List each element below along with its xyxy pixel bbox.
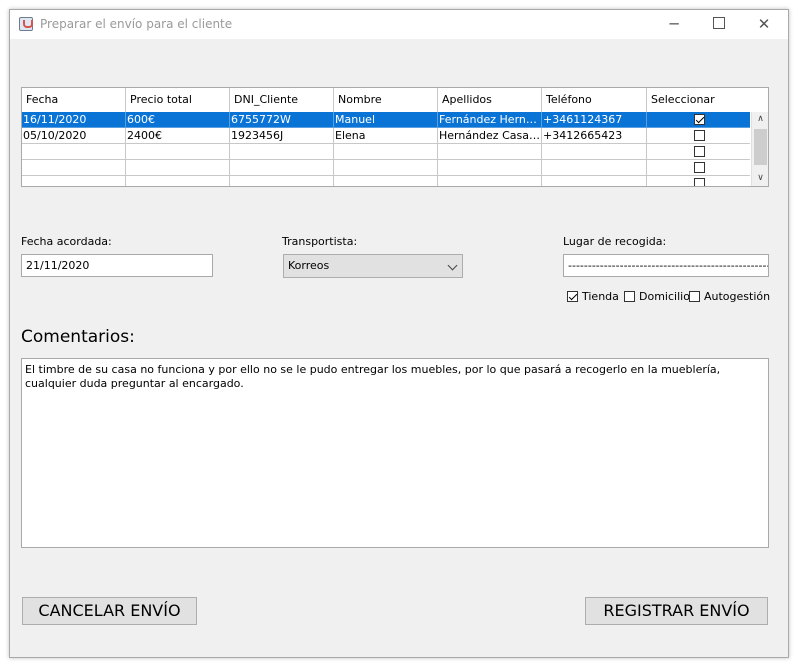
scrollbar-thumb[interactable] bbox=[754, 129, 767, 165]
option-label: Domicilio bbox=[639, 290, 690, 303]
shipments-table[interactable]: Fecha Precio total DNI_Cliente Nombre Ap… bbox=[21, 87, 769, 187]
cell-dni: 1923456J bbox=[230, 128, 334, 144]
cell-telefono: +3412665423 bbox=[542, 128, 647, 144]
window-title: Preparar el envío para el cliente bbox=[40, 17, 233, 31]
row-select-checkbox[interactable] bbox=[693, 145, 705, 157]
comentarios-textarea[interactable]: El timbre de su casa no funciona y por e… bbox=[21, 358, 769, 548]
table-row-empty[interactable] bbox=[22, 160, 750, 176]
cell-apellidos: Hernández Casado bbox=[438, 128, 542, 144]
lugar-recogida-label: Lugar de recogida: bbox=[563, 235, 667, 248]
column-header-apellidos[interactable]: Apellidos bbox=[438, 88, 542, 112]
column-header-nombre[interactable]: Nombre bbox=[334, 88, 438, 112]
cell-nombre: Elena bbox=[334, 128, 438, 144]
empty-cell bbox=[542, 176, 647, 186]
row-select-checkbox[interactable] bbox=[693, 113, 705, 125]
cell-seleccionar bbox=[647, 176, 750, 186]
column-header-precio[interactable]: Precio total bbox=[126, 88, 230, 112]
comentarios-title: Comentarios: bbox=[21, 327, 135, 347]
java-app-icon bbox=[19, 17, 33, 31]
empty-cell bbox=[22, 176, 126, 186]
minimize-button[interactable]: ─ bbox=[651, 10, 697, 39]
scroll-up-icon[interactable]: ∧ bbox=[752, 112, 768, 127]
autogestion-checkbox[interactable] bbox=[689, 290, 700, 302]
empty-cell bbox=[126, 176, 230, 186]
fecha-acordada-label: Fecha acordada: bbox=[21, 235, 112, 248]
table-row[interactable]: 16/11/2020 600€ 6755772W Manuel Fernánde… bbox=[22, 112, 750, 128]
row-select-checkbox[interactable] bbox=[693, 177, 705, 186]
table-row-empty[interactable] bbox=[22, 176, 750, 186]
cell-seleccionar bbox=[647, 144, 750, 160]
cell-seleccionar bbox=[647, 128, 750, 144]
cancel-button[interactable]: CANCELAR ENVÍO bbox=[22, 597, 197, 625]
lugar-recogida-field[interactable]: ----------------------------------------… bbox=[563, 254, 769, 277]
domicilio-checkbox[interactable] bbox=[624, 290, 635, 302]
fecha-acordada-field[interactable]: 21/11/2020 bbox=[21, 254, 213, 277]
option-domicilio[interactable]: Domicilio bbox=[624, 289, 690, 305]
empty-cell bbox=[230, 144, 334, 160]
table-header: Fecha Precio total DNI_Cliente Nombre Ap… bbox=[22, 88, 750, 113]
cell-fecha: 05/10/2020 bbox=[22, 128, 126, 144]
register-button[interactable]: REGISTRAR ENVÍO bbox=[585, 597, 768, 625]
minimize-icon: ─ bbox=[669, 15, 679, 33]
column-header-fecha[interactable]: Fecha bbox=[22, 88, 126, 112]
cell-apellidos: Fernández Hernández bbox=[438, 112, 542, 128]
scroll-down-icon[interactable]: ∨ bbox=[752, 171, 768, 186]
cell-seleccionar bbox=[647, 112, 750, 128]
dialog-window: Preparar el envío para el cliente ─ ✕ Fe… bbox=[9, 9, 789, 658]
title-bar: Preparar el envío para el cliente ─ ✕ bbox=[10, 10, 788, 39]
empty-cell bbox=[22, 144, 126, 160]
maximize-button[interactable] bbox=[696, 10, 742, 39]
empty-cell bbox=[126, 144, 230, 160]
tienda-checkbox[interactable] bbox=[567, 290, 578, 302]
empty-cell bbox=[334, 144, 438, 160]
empty-cell bbox=[230, 160, 334, 176]
close-icon: ✕ bbox=[757, 15, 771, 33]
table-row-empty[interactable] bbox=[22, 144, 750, 160]
empty-cell bbox=[438, 144, 542, 160]
chevron-down-icon bbox=[447, 260, 458, 271]
empty-cell bbox=[542, 144, 647, 160]
column-header-seleccionar[interactable]: Seleccionar bbox=[647, 88, 750, 112]
cell-dni: 6755772W bbox=[230, 112, 334, 128]
empty-cell bbox=[334, 176, 438, 186]
column-header-dni[interactable]: DNI_Cliente bbox=[230, 88, 334, 112]
cell-telefono: +3461124367 bbox=[542, 112, 647, 128]
table-row[interactable]: 05/10/2020 2400€ 1923456J Elena Hernánde… bbox=[22, 128, 750, 144]
empty-cell bbox=[542, 160, 647, 176]
maximize-icon bbox=[713, 17, 725, 29]
empty-cell bbox=[22, 160, 126, 176]
empty-cell bbox=[438, 160, 542, 176]
option-tienda[interactable]: Tienda bbox=[567, 289, 619, 305]
close-button[interactable]: ✕ bbox=[741, 10, 787, 39]
row-select-checkbox[interactable] bbox=[693, 129, 705, 141]
cell-nombre: Manuel bbox=[334, 112, 438, 128]
transportista-label: Transportista: bbox=[282, 235, 358, 248]
row-select-checkbox[interactable] bbox=[693, 161, 705, 173]
empty-cell bbox=[230, 176, 334, 186]
table-scrollbar[interactable]: ∧ ∨ bbox=[751, 112, 768, 186]
option-label: Autogestión bbox=[704, 290, 771, 303]
empty-cell bbox=[334, 160, 438, 176]
empty-cell bbox=[438, 176, 542, 186]
cell-fecha: 16/11/2020 bbox=[22, 112, 126, 128]
cell-precio: 600€ bbox=[126, 112, 230, 128]
cell-precio: 2400€ bbox=[126, 128, 230, 144]
column-header-telefono[interactable]: Teléfono bbox=[542, 88, 647, 112]
option-label: Tienda bbox=[582, 290, 619, 303]
empty-cell bbox=[126, 160, 230, 176]
option-autogestion[interactable]: Autogestión bbox=[689, 289, 770, 305]
cell-seleccionar bbox=[647, 160, 750, 176]
transportista-value: Korreos bbox=[288, 259, 330, 272]
transportista-select[interactable]: Korreos bbox=[283, 254, 463, 278]
